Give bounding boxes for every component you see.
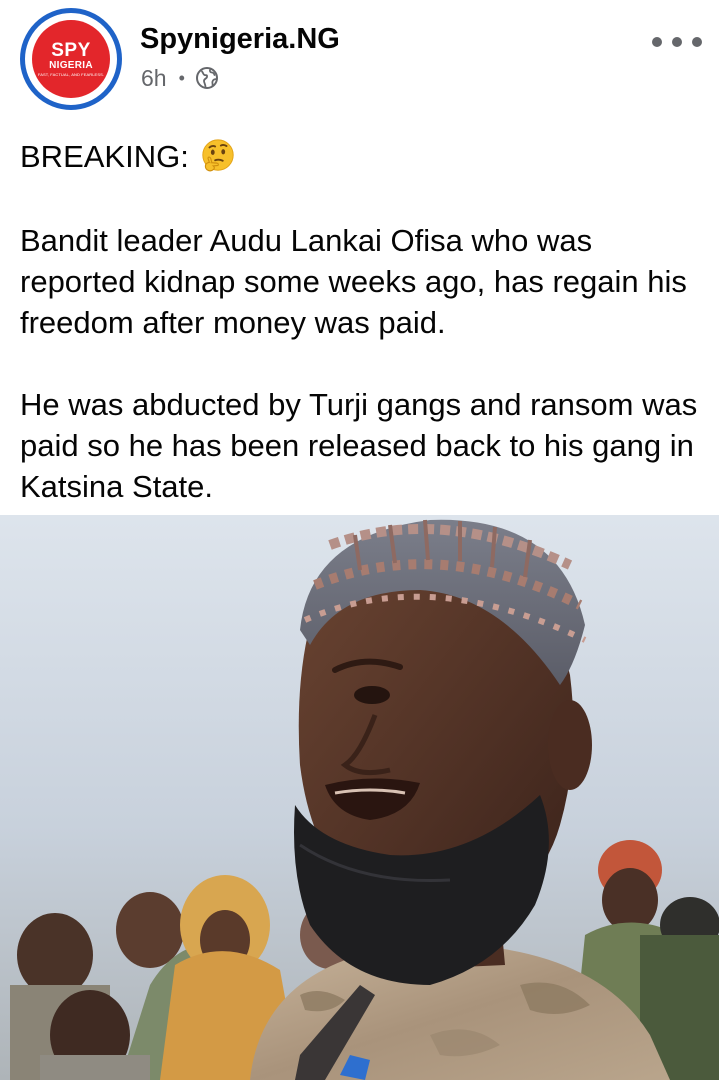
post-headline-row: BREAKING: — [20, 132, 710, 180]
more-dot — [692, 37, 702, 47]
avatar-logo-tagline: FAST, FACTUAL, AND FEARLESS. — [37, 71, 105, 77]
avatar-logo-line2: NIGERIA — [49, 59, 93, 71]
post-paragraph-2: He was abducted by Turji gangs and ranso… — [20, 387, 698, 504]
post-text: BREAKING: Bandit leader Audu Lankai Ofis… — [20, 132, 710, 507]
avatar-logo: SPY NIGERIA FAST, FACTUAL, AND FEARLESS. — [32, 20, 110, 98]
globe-icon[interactable] — [195, 66, 219, 90]
more-dot — [652, 37, 662, 47]
thinking-face-emoji-icon — [202, 139, 234, 172]
post-header: SPY NIGERIA FAST, FACTUAL, AND FEARLESS.… — [0, 0, 719, 120]
post-meta: 6h • — [141, 64, 219, 92]
more-options-icon[interactable] — [652, 28, 702, 56]
post-paragraph-1: Bandit leader Audu Lankai Ofisa who was … — [20, 223, 687, 340]
meta-separator: • — [178, 68, 185, 88]
post-timestamp[interactable]: 6h — [141, 64, 167, 92]
page-name-link[interactable]: Spynigeria.NG — [140, 22, 340, 56]
page-avatar[interactable]: SPY NIGERIA FAST, FACTUAL, AND FEARLESS. — [20, 8, 122, 110]
post-headline: BREAKING: — [20, 138, 189, 174]
post-photo-illustration — [0, 515, 719, 1080]
post-photo[interactable] — [0, 515, 719, 1080]
more-dot — [672, 37, 682, 47]
avatar-logo-line1: SPY — [51, 39, 91, 61]
